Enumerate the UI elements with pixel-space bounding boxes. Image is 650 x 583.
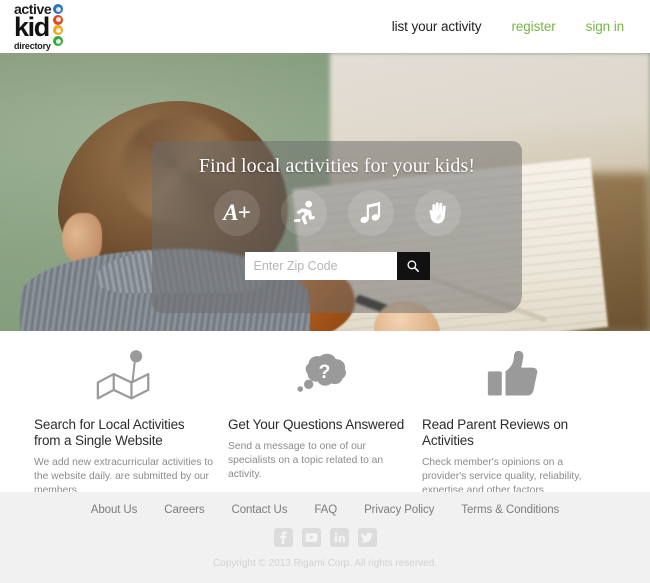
hero-search-row — [152, 252, 522, 280]
facebook-icon — [280, 531, 287, 544]
hero-headline: Find local activities for your kids! — [198, 155, 476, 177]
feature-title: Search for Local Activities from a Singl… — [34, 417, 185, 448]
logo-wordmark: active kid directory — [14, 2, 52, 51]
feature-icon-wrap — [34, 345, 214, 403]
folded-map-pin-icon — [96, 350, 150, 400]
feature-description: Send a message to one of our specialists… — [228, 440, 384, 480]
logo-dot-blue — [53, 4, 64, 15]
site-footer: About Us Careers Contact Us FAQ Privacy … — [0, 492, 650, 583]
site-header: active kid directory list your activity … — [0, 0, 650, 53]
logo-line-kid: kid — [14, 12, 50, 43]
nav-register[interactable]: register — [511, 19, 555, 34]
twitter-icon — [361, 532, 373, 543]
footer-link-privacy-policy[interactable]: Privacy Policy — [364, 504, 434, 516]
zip-search-group — [244, 252, 430, 280]
linkedin-icon — [334, 532, 345, 543]
search-icon — [407, 260, 419, 272]
footer-link-about-us[interactable]: About Us — [91, 504, 138, 516]
raised-hand-icon — [429, 202, 446, 224]
music-note-icon — [359, 202, 380, 224]
nav-sign-in[interactable]: sign in — [586, 19, 624, 34]
main-nav: list your activity register sign in — [392, 19, 624, 34]
nav-list-your-activity[interactable]: list your activity — [392, 19, 482, 34]
running-figure-icon — [293, 200, 315, 225]
hero-icon-music[interactable] — [347, 190, 394, 236]
hero-icon-sports[interactable] — [280, 190, 327, 236]
footer-link-faq[interactable]: FAQ — [314, 504, 337, 516]
svg-text:?: ? — [319, 361, 331, 383]
feature-title: Read Parent Reviews on Activities — [422, 417, 569, 448]
page-root: active kid directory list your activity … — [0, 0, 650, 583]
logo-dot-red — [53, 14, 64, 25]
thought-bubble-question-icon: ? — [297, 353, 346, 392]
hero-section: Find local activities for your kids! A+ — [0, 53, 650, 331]
feature-parent-reviews: Read Parent Reviews on Activities Check … — [422, 345, 616, 498]
logo-line-directory: directory — [14, 40, 51, 51]
linkedin-link[interactable] — [329, 528, 349, 547]
feature-icon-wrap — [422, 345, 602, 403]
site-logo[interactable]: active kid directory — [14, 2, 64, 51]
youtube-link[interactable] — [301, 528, 321, 547]
footer-link-terms-conditions[interactable]: Terms & Conditions — [461, 504, 559, 516]
zip-code-input[interactable] — [244, 252, 397, 280]
footer-links: About Us Careers Contact Us FAQ Privacy … — [0, 492, 650, 516]
grade-aplus-icon: A+ — [223, 200, 250, 225]
logo-dot-yellow — [53, 25, 64, 36]
thumbs-up-icon — [487, 350, 538, 396]
hero-search-panel: Find local activities for your kids! A+ — [152, 141, 522, 313]
facebook-link[interactable] — [273, 528, 293, 547]
feature-search-activities: Search for Local Activities from a Singl… — [34, 345, 228, 498]
hero-icon-academics[interactable]: A+ — [213, 190, 260, 236]
footer-link-careers[interactable]: Careers — [164, 504, 204, 516]
features-row: Search for Local Activities from a Singl… — [0, 345, 650, 498]
logo-dot-green — [53, 36, 64, 47]
logo-color-dots — [53, 2, 64, 47]
copyright-text: Copyright © 2013 Rigami Corp. All rights… — [212, 558, 438, 569]
feature-questions-answered: ? Get Your Questions Answered Send a mes… — [228, 345, 422, 498]
feature-icon-wrap: ? — [228, 345, 408, 403]
hero-category-icons: A+ — [152, 190, 522, 236]
features-section: Search for Local Activities from a Singl… — [0, 331, 650, 496]
hero-icon-arts[interactable] — [414, 190, 461, 236]
youtube-icon — [305, 533, 317, 542]
feature-title: Get Your Questions Answered — [228, 417, 405, 432]
social-links — [0, 528, 650, 547]
search-submit-button[interactable] — [396, 252, 430, 280]
twitter-link[interactable] — [357, 528, 377, 547]
footer-link-contact-us[interactable]: Contact Us — [232, 504, 288, 516]
